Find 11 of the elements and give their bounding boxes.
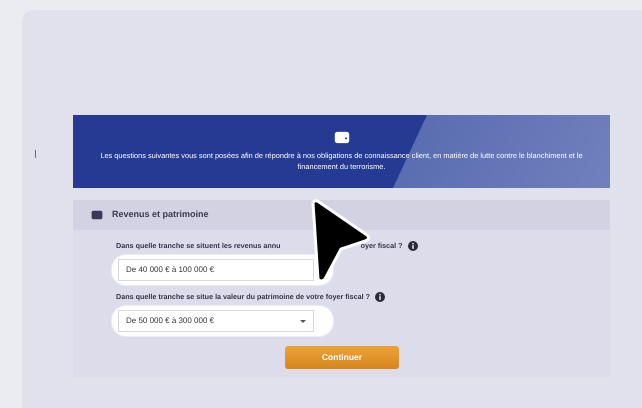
- dropdown-field[interactable]: De 40 000 € à 100 000 €: [112, 255, 333, 285]
- section-title: Revenus et patrimoine: [112, 208, 209, 222]
- dropdown-value: De 50 000 € à 300 000 €: [126, 315, 214, 327]
- dropdown-field[interactable]: De 50 000 € à 300 000 €: [112, 306, 333, 336]
- wallet-icon: [334, 131, 350, 144]
- dropdown-value: De 40 000 € à 100 000 €: [126, 264, 214, 276]
- caret-icon: [300, 320, 306, 322]
- info-icon[interactable]: [375, 292, 386, 302]
- wallet-icon: [91, 210, 103, 220]
- side-mark: [35, 150, 36, 158]
- info-icon[interactable]: [408, 241, 418, 251]
